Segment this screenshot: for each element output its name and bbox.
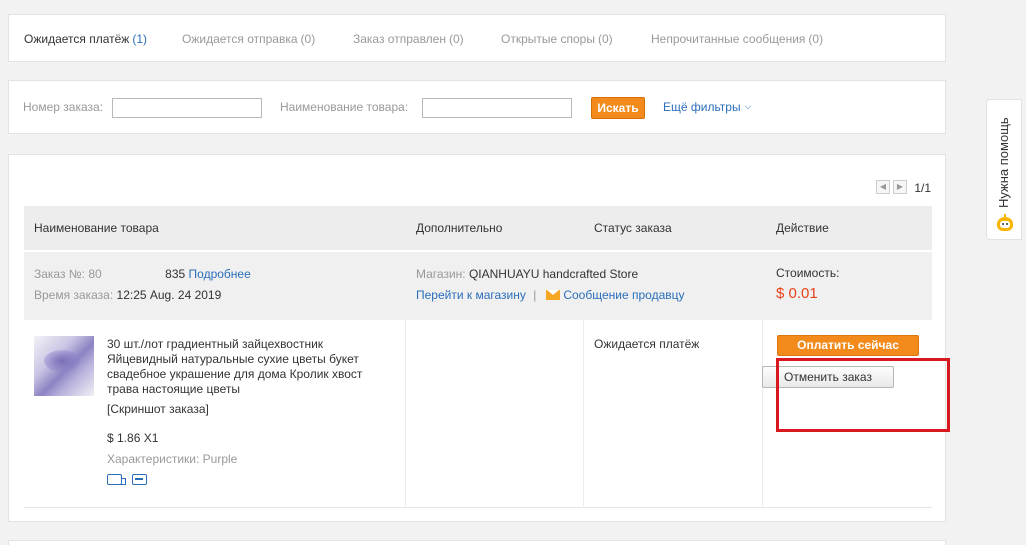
- orders-panel: ◀ ▶ 1/1 Наименование товара Дополнительн…: [8, 154, 946, 522]
- tab-awaiting-shipment[interactable]: Ожидается отправка (0): [182, 32, 315, 46]
- help-label: Нужна помощь: [996, 117, 1011, 208]
- col-status: Статус заказа: [594, 221, 672, 235]
- order-details-link[interactable]: Подробнее: [189, 267, 251, 281]
- search-button[interactable]: Искать: [591, 97, 645, 119]
- highlight-box: [776, 358, 950, 432]
- order-header: Заказ №: 80050186745 835 Подробнее Время…: [24, 252, 932, 320]
- pagination: ◀ ▶ 1/1: [876, 180, 931, 196]
- next-page-button[interactable]: ▶: [893, 180, 907, 194]
- cost-label: Стоимость:: [776, 266, 840, 280]
- divider: [583, 320, 584, 508]
- order-status-tabs: Ожидается платёж (1) Ожидается отправка (0…: [8, 14, 946, 62]
- product-price: $ 1.86 X1: [107, 431, 159, 445]
- tab-unread-messages[interactable]: Непрочитанные сообщения (0): [651, 32, 823, 46]
- order-time: Время заказа: 12:25 Aug. 24 2019: [34, 288, 222, 302]
- order-screenshot-link[interactable]: [Скриншот заказа]: [107, 402, 209, 416]
- order-cost: $ 0.01: [776, 285, 818, 302]
- product-title-link[interactable]: 30 шт./лот градиентный зайцехвостник Яйц…: [107, 337, 392, 397]
- prev-page-button[interactable]: ◀: [876, 180, 890, 194]
- table-header: Наименование товара Дополнительно Статус…: [24, 206, 932, 250]
- delivery-truck-icon: [107, 474, 126, 485]
- payment-card-icon: [132, 474, 147, 485]
- product-name-label: Наименование товара:: [280, 100, 409, 114]
- search-panel: Номер заказа: Наименование товара: Искат…: [8, 80, 946, 134]
- tab-awaiting-payment[interactable]: Ожидается платёж (1): [24, 32, 147, 46]
- tab-shipped[interactable]: Заказ отправлен (0): [353, 32, 464, 46]
- mail-icon: [546, 290, 561, 300]
- message-seller-link[interactable]: Сообщение продавцу: [563, 288, 684, 302]
- chevron-down-icon: ⌵: [744, 101, 752, 111]
- col-extra: Дополнительно: [416, 221, 503, 235]
- divider: [405, 320, 406, 508]
- masked-order-id: 050186745: [101, 267, 162, 281]
- page-indicator: 1/1: [914, 181, 931, 195]
- pay-now-button[interactable]: Оплатить сейчас: [777, 335, 919, 356]
- order-number-input[interactable]: [112, 98, 262, 118]
- product-name-input[interactable]: [422, 98, 572, 118]
- store-info: Магазин: QIANHUAYU handcrafted Store: [416, 267, 639, 281]
- product-characteristics: Характеристики: Purple: [107, 452, 238, 466]
- divider: [762, 320, 763, 508]
- product-thumbnail[interactable]: [34, 336, 94, 396]
- col-action: Действие: [776, 221, 829, 235]
- store-actions: Перейти к магазину | Сообщение продавцу: [416, 288, 685, 302]
- goto-store-link[interactable]: Перейти к магазину: [416, 288, 526, 302]
- robot-assistant-icon: [995, 214, 1015, 234]
- order-status: Ожидается платёж: [594, 337, 700, 351]
- order-number: Заказ №: 80050186745 835 Подробнее: [34, 267, 251, 281]
- more-filters-link[interactable]: Ещё фильтры ⌵: [663, 100, 751, 114]
- help-tab[interactable]: Нужна помощь: [986, 99, 1022, 240]
- store-name: QIANHUAYU handcrafted Store: [468, 267, 639, 281]
- col-product: Наименование товара: [34, 221, 159, 235]
- tab-open-disputes[interactable]: Открытые споры (0): [501, 32, 613, 46]
- next-panel-edge: [8, 540, 946, 545]
- order-number-label: Номер заказа:: [23, 100, 104, 114]
